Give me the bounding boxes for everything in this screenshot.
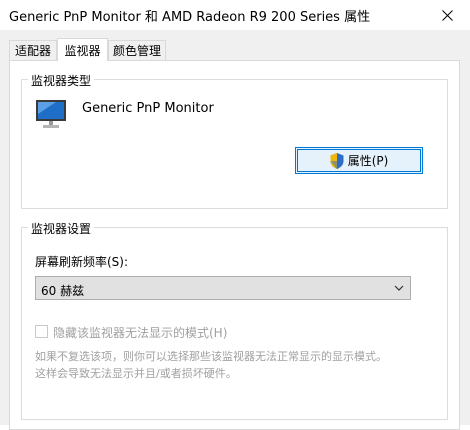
tab-monitor[interactable]: 监视器 — [57, 38, 108, 61]
monitor-icon — [36, 100, 66, 128]
tab-label: 适配器 — [14, 44, 51, 58]
hide-modes-label: 隐藏该监视器无法显示的模式(H) — [53, 326, 228, 340]
title-bar: Generic PnP Monitor 和 AMD Radeon R9 200 … — [0, 0, 470, 30]
tab-panel: 监视器类型 Generic PnP Monitor 属性(P) 监视器设置 屏幕… — [9, 60, 460, 430]
monitor-settings-legend: 监视器设置 — [28, 220, 95, 237]
refresh-rate-label: 屏幕刷新频率(S): — [35, 255, 129, 269]
tab-label: 颜色管理 — [112, 44, 161, 58]
description-line-1: 如果不复选该项，则你可以选择那些该监视器无法正常显示的显示模式。 — [35, 350, 387, 363]
monitor-type-group: 监视器类型 Generic PnP Monitor 属性(P) — [21, 72, 448, 209]
hide-modes-checkbox[interactable] — [35, 325, 48, 338]
tab-adapter[interactable]: 适配器 — [9, 40, 57, 60]
tab-label: 监视器 — [64, 43, 101, 58]
close-button[interactable] — [424, 0, 470, 30]
properties-button-label: 属性(P) — [347, 154, 389, 168]
dialog-client-area: 适配器 监视器 颜色管理 监视器类型 Generic PnP Monitor 属… — [0, 30, 470, 430]
chevron-down-icon — [394, 285, 404, 291]
monitor-name: Generic PnP Monitor — [82, 101, 214, 116]
refresh-rate-value: 60 赫兹 — [41, 284, 85, 298]
properties-button[interactable]: 属性(P) — [295, 147, 423, 174]
monitor-type-legend: 监视器类型 — [28, 72, 95, 89]
refresh-rate-dropdown[interactable]: 60 赫兹 — [35, 276, 411, 300]
window-title: Generic PnP Monitor 和 AMD Radeon R9 200 … — [9, 10, 371, 25]
tab-color-management[interactable]: 颜色管理 — [108, 40, 166, 60]
monitor-settings-group: 监视器设置 屏幕刷新频率(S): 60 赫兹 隐藏该监视器无法显示的模式(H) … — [21, 220, 448, 420]
close-icon — [441, 9, 453, 21]
description-line-2: 这样会导致无法显示并且/或者损坏硬件。 — [35, 367, 237, 380]
uac-shield-icon — [330, 152, 344, 169]
